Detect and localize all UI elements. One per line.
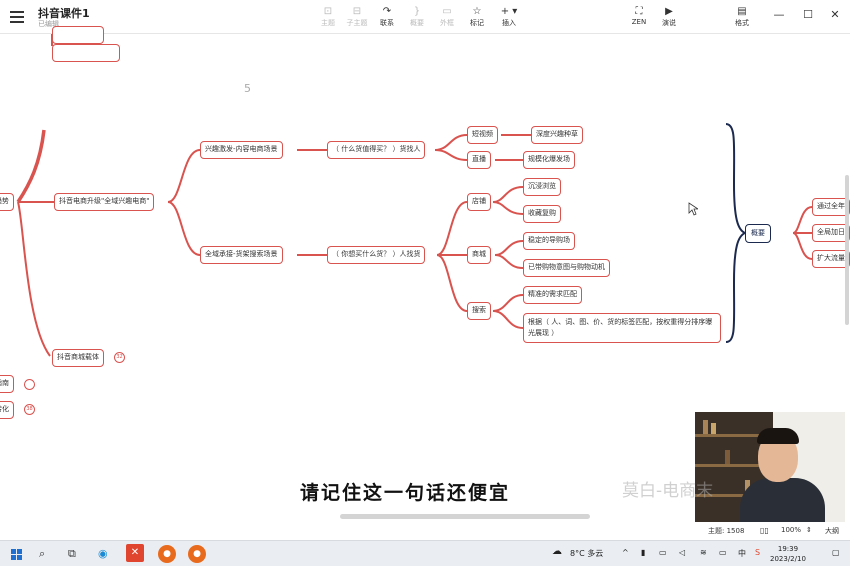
node-purchase-intent[interactable]: 已带购物意图与购物动机 bbox=[523, 259, 610, 277]
video-subtitle: 请记住这一句话还便宜 bbox=[300, 482, 511, 504]
connector-line bbox=[434, 134, 468, 151]
mindmap-app-icon[interactable]: ✕ bbox=[126, 544, 144, 562]
node-scale-burst[interactable]: 规模化爆发场 bbox=[523, 151, 575, 169]
connector-line bbox=[167, 149, 201, 203]
wifi-icon[interactable]: ≋ bbox=[700, 548, 707, 557]
node-immersive-browse[interactable]: 沉浸浏览 bbox=[523, 178, 561, 196]
connector-line bbox=[492, 201, 524, 215]
top-toolbar: 抖音课件1 已编辑 ⊡ 主题 ⊟ 子主题 ↷ 联系 } 概要 ▭ 外框 ☆ 标记… bbox=[0, 0, 850, 34]
stray-text: 5 bbox=[244, 82, 251, 95]
summary-brace bbox=[725, 123, 748, 343]
app-icon[interactable]: ● bbox=[188, 545, 206, 563]
connector-line bbox=[494, 254, 524, 269]
search-icon[interactable]: ⌕ bbox=[39, 547, 45, 561]
insert-button[interactable]: + ▾ 插入 bbox=[491, 5, 527, 28]
left-node-conversion[interactable]: 转化 bbox=[0, 401, 14, 419]
node-short-video[interactable]: 短视频 bbox=[467, 126, 498, 144]
zoom-level[interactable]: 100% bbox=[781, 526, 801, 534]
ime-indicator[interactable]: 中 bbox=[738, 548, 746, 559]
outline-button[interactable]: 大纲 bbox=[825, 526, 839, 536]
node-stable-guide[interactable]: 稳定的导购场 bbox=[523, 232, 575, 250]
truncated-node[interactable] bbox=[52, 44, 120, 62]
menu-icon[interactable] bbox=[10, 11, 24, 23]
tray-expand-icon[interactable]: ^ bbox=[622, 548, 629, 557]
node-search[interactable]: 搜索 bbox=[467, 302, 491, 320]
connector-line bbox=[792, 232, 813, 260]
node-store[interactable]: 店铺 bbox=[467, 193, 491, 211]
root-branch-line bbox=[16, 129, 46, 203]
connector-line bbox=[434, 149, 468, 161]
status-bar: 主题: 1508 ▯▯ 100% ⇕ 大纲 bbox=[0, 522, 850, 540]
connector-line bbox=[492, 310, 524, 329]
close-button[interactable]: ✕ bbox=[826, 8, 844, 21]
monitor-icon[interactable]: ▭ bbox=[659, 548, 667, 557]
node-deep-interest[interactable]: 深度兴趣种草 bbox=[531, 126, 583, 144]
format-button[interactable]: ▤ 格式 bbox=[724, 5, 760, 28]
truncated-node[interactable] bbox=[52, 26, 104, 44]
weather-icon[interactable]: ☁ bbox=[552, 546, 562, 557]
battery-icon[interactable]: ▭ bbox=[719, 548, 727, 557]
horizontal-scrollbar[interactable] bbox=[340, 514, 590, 519]
node-tag-ranking[interactable]: 根据（ 人、词、图、价、货的标签匹配，按权重得分排序曝光展现 ） bbox=[523, 313, 721, 343]
connector-line bbox=[792, 206, 813, 234]
task-view-icon[interactable]: ⧉ bbox=[68, 547, 76, 561]
left-node-guide[interactable]: 指南 bbox=[0, 375, 14, 393]
branch-main-node[interactable]: 抖音电商升级"全域兴趣电商" bbox=[54, 193, 155, 211]
connector-line bbox=[17, 201, 51, 357]
taskbar-clock[interactable]: 19:39 2023/2/10 bbox=[770, 544, 806, 564]
presenter-body bbox=[740, 478, 825, 523]
format-icon: ▤ bbox=[737, 6, 747, 17]
watermark-text: 莫白-电商末 bbox=[622, 481, 714, 501]
present-icon: ▶ bbox=[665, 6, 673, 17]
app-window: 抖音课件1 已编辑 ⊡ 主题 ⊟ 子主题 ↷ 联系 } 概要 ▭ 外框 ☆ 标记… bbox=[0, 0, 850, 566]
weather-text[interactable]: 8°C 多云 bbox=[570, 548, 603, 559]
zoom-stepper-icon[interactable]: ⇕ bbox=[806, 526, 812, 534]
windows-start-icon[interactable] bbox=[11, 549, 22, 560]
branch-mall-node[interactable]: 抖音商城载体 bbox=[52, 349, 104, 367]
root-node[interactable]: 趋势 bbox=[0, 193, 14, 211]
book-icon[interactable]: ▯▯ bbox=[760, 526, 769, 535]
marker-button[interactable]: ☆ 标记 bbox=[459, 5, 495, 28]
connector-line bbox=[436, 254, 468, 312]
node-mall[interactable]: 商城 bbox=[467, 246, 491, 264]
summary-node[interactable]: 概要 bbox=[745, 224, 771, 243]
present-button[interactable]: ▶ 演说 bbox=[651, 5, 687, 28]
notification-icon[interactable]: ▢ bbox=[832, 548, 840, 557]
collapsed-count-badge[interactable] bbox=[24, 379, 35, 390]
collapsed-count-badge[interactable]: 38 bbox=[24, 404, 35, 415]
insert-icon: + ▾ bbox=[500, 6, 518, 17]
minimize-button[interactable]: — bbox=[770, 8, 788, 21]
connector-line bbox=[494, 240, 524, 256]
star-icon: ☆ bbox=[472, 6, 482, 17]
maximize-button[interactable]: ☐ bbox=[799, 8, 817, 21]
node-goods-find-people[interactable]: （ 什么货值得买？ ）货找人 bbox=[327, 141, 426, 159]
app-tray-icon[interactable]: S bbox=[755, 548, 760, 557]
edge-browser-icon[interactable]: ◉ bbox=[98, 547, 108, 561]
connector-line bbox=[436, 201, 468, 256]
collapsed-count-badge[interactable]: 32 bbox=[114, 352, 125, 363]
volume-icon[interactable]: ◁ bbox=[679, 548, 685, 557]
windows-taskbar: ⌕ ⧉ ◉ ✕ ● ● ☁ 8°C 多云 ^ ▮ ▭ ◁ ≋ ▭ 中 S 19:… bbox=[0, 540, 850, 566]
connector-line bbox=[167, 201, 201, 256]
mouse-cursor-icon bbox=[688, 202, 698, 216]
connector-line bbox=[492, 186, 524, 203]
node-interest-content[interactable]: 兴趣激发-内容电商场景 bbox=[200, 141, 283, 159]
microphone-icon[interactable]: ▮ bbox=[641, 548, 645, 557]
node-precise-match[interactable]: 精准的需求匹配 bbox=[523, 286, 582, 304]
node-favorite-repurchase[interactable]: 收藏复购 bbox=[523, 205, 561, 223]
presenter-hair bbox=[757, 428, 799, 444]
vertical-scrollbar[interactable] bbox=[845, 175, 849, 325]
node-shelf-search[interactable]: 全域承接-货架搜索场景 bbox=[200, 246, 283, 264]
connector-line bbox=[492, 294, 524, 312]
topic-count: 主题: 1508 bbox=[708, 527, 745, 535]
app-icon[interactable]: ● bbox=[158, 545, 176, 563]
node-live[interactable]: 直播 bbox=[467, 151, 491, 169]
node-people-find-goods[interactable]: （ 你想买什么货？ ）人找货 bbox=[327, 246, 426, 264]
